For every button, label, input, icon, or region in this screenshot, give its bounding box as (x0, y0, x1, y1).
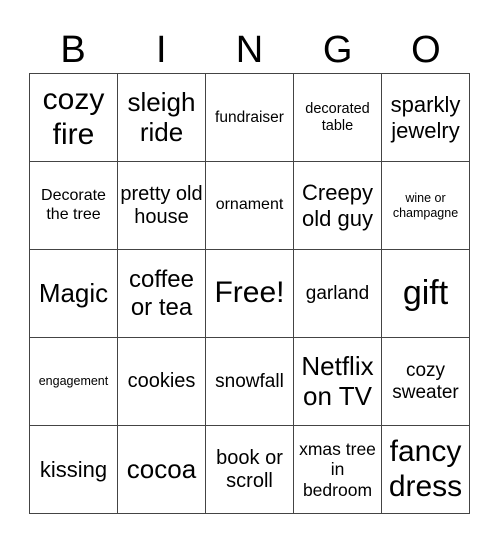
bingo-cell[interactable]: ornament (206, 162, 294, 250)
bingo-cell[interactable]: Decorate the tree (30, 162, 118, 250)
bingo-cell[interactable]: cozy sweater (382, 338, 470, 426)
bingo-cell[interactable]: fancy dress (382, 426, 470, 514)
bingo-cell[interactable]: kissing (30, 426, 118, 514)
bingo-cell[interactable]: decorated table (294, 74, 382, 162)
header-letter-b: B (60, 29, 86, 71)
bingo-cell[interactable]: pretty old house (118, 162, 206, 250)
bingo-cell[interactable]: gift (382, 250, 470, 338)
bingo-cell[interactable]: snowfall (206, 338, 294, 426)
bingo-cell[interactable]: xmas tree in bedroom (294, 426, 382, 514)
bingo-cell[interactable]: cookies (118, 338, 206, 426)
bingo-cell[interactable]: Magic (30, 250, 118, 338)
free-space-cell[interactable]: Free! (206, 250, 294, 338)
bingo-cell[interactable]: garland (294, 250, 382, 338)
bingo-cell[interactable]: cozy fire (30, 74, 118, 162)
bingo-card-grid: cozy fire sleigh ride fundraiser decorat… (29, 73, 470, 514)
bingo-cell[interactable]: sparkly jewelry (382, 74, 470, 162)
bingo-cell[interactable]: sleigh ride (118, 74, 206, 162)
bingo-cell[interactable]: coffee or tea (118, 250, 206, 338)
header-letter-o: O (411, 29, 441, 71)
header-letter-g: G (322, 29, 353, 71)
bingo-cell[interactable]: cocoa (118, 426, 206, 514)
bingo-cell[interactable]: Creepy old guy (294, 162, 382, 250)
bingo-cell[interactable]: engagement (30, 338, 118, 426)
bingo-cell[interactable]: wine or champagne (382, 162, 470, 250)
bingo-cell[interactable]: book or scroll (206, 426, 294, 514)
bingo-header: B I N G O (29, 28, 470, 72)
bingo-cell[interactable]: fundraiser (206, 74, 294, 162)
bingo-cell[interactable]: Netflix on TV (294, 338, 382, 426)
header-letter-n: N (235, 29, 264, 71)
header-letter-i: I (156, 29, 167, 71)
